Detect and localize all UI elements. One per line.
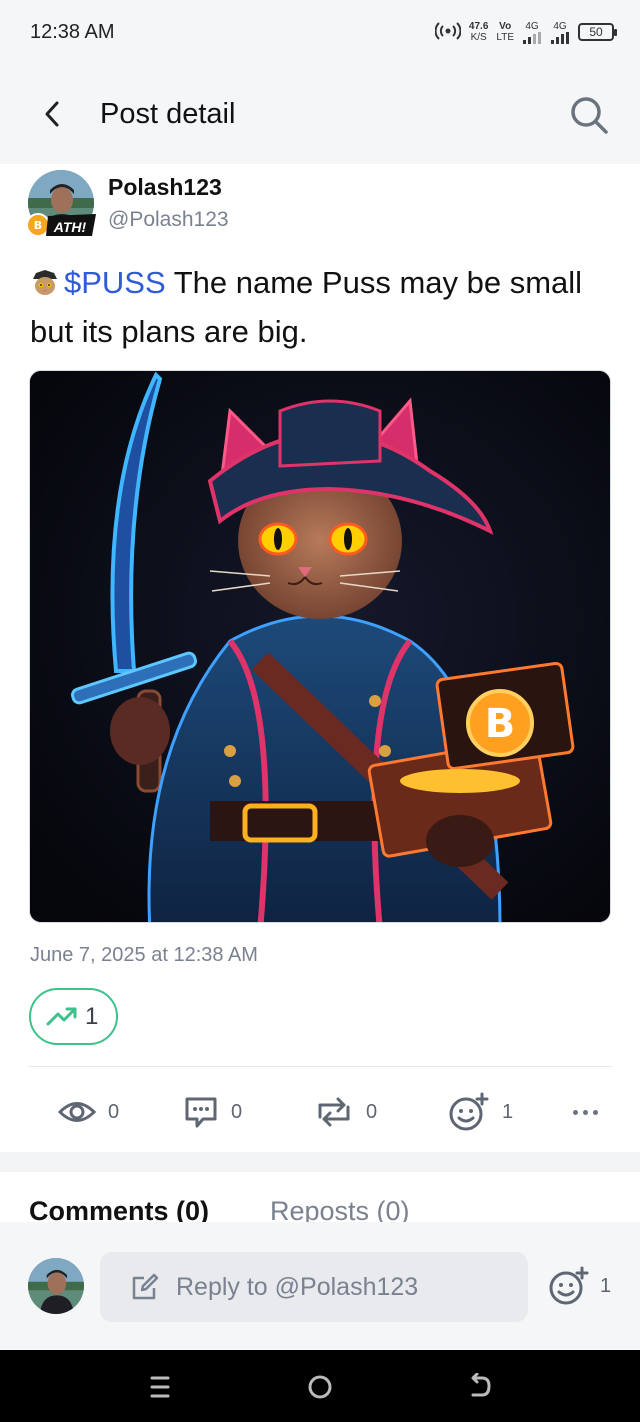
post-image[interactable]: B <box>29 370 611 923</box>
comments-stat[interactable]: 0 <box>183 1090 242 1134</box>
home-circle-icon <box>308 1375 332 1399</box>
reply-bar: Reply to @Polash123 1 <box>0 1222 640 1350</box>
svg-text:B: B <box>485 701 516 747</box>
trending-up-icon <box>46 1007 77 1025</box>
avatar <box>28 1258 84 1314</box>
cat-pirate-icon <box>33 270 57 295</box>
signal-bars-icon <box>551 31 569 44</box>
section-gap <box>0 1152 640 1172</box>
sim2-signal: 4G <box>550 21 570 44</box>
status-icons: 47.6 K/S Vo LTE 4G 4G 50 <box>434 18 617 46</box>
volte-top: Vo <box>499 21 512 32</box>
svg-text:ATH!: ATH! <box>53 219 87 235</box>
avatar-image <box>28 1258 84 1314</box>
dot-icon <box>573 1109 578 1115</box>
sim1-signal: 4G <box>522 21 542 44</box>
tab-reposts[interactable]: Reposts (0) <box>270 1196 410 1222</box>
edit-icon <box>132 1273 159 1300</box>
status-bar: 12:38 AM 47.6 K/S Vo LTE 4G 4G 50 <box>0 0 640 66</box>
comments-tabs: Comments (0) Reposts (0) <box>0 1172 640 1222</box>
back-button[interactable] <box>34 96 70 132</box>
net-speed-unit: K/S <box>470 32 487 43</box>
trend-count: 1 <box>85 1002 99 1030</box>
reply-reaction-count: 1 <box>600 1274 612 1297</box>
reply-input[interactable]: Reply to @Polash123 <box>100 1252 528 1322</box>
signal-bars-icon <box>523 31 541 44</box>
ticker-link[interactable]: $PUSS <box>64 265 166 300</box>
views-count: 0 <box>108 1100 120 1123</box>
dot-icon <box>583 1109 588 1115</box>
hotspot-icon <box>434 21 462 44</box>
post-stats-row: 0 0 0 1 <box>58 1090 618 1134</box>
post-image-art: B <box>30 371 610 922</box>
dot-icon <box>593 1109 598 1115</box>
search-icon <box>571 97 608 134</box>
chevron-left-icon <box>45 101 59 127</box>
battery-indicator: 50 <box>578 23 617 41</box>
volte-bottom: LTE <box>496 32 514 43</box>
trend-button[interactable]: 1 <box>29 988 118 1045</box>
app-header: Post detail <box>0 66 640 164</box>
divider <box>29 1066 612 1067</box>
search-button[interactable] <box>568 94 610 136</box>
page-title: Post detail <box>100 98 236 130</box>
sim1-label: 4G <box>525 20 539 32</box>
volte-indicator: Vo LTE <box>496 21 514 43</box>
home-button[interactable] <box>300 1370 340 1404</box>
add-reaction-icon <box>549 1266 589 1305</box>
reposts-stat[interactable]: 0 <box>314 1090 377 1134</box>
author-name[interactable]: Polash123 <box>108 174 222 201</box>
back-nav-button[interactable] <box>460 1370 500 1404</box>
comment-icon <box>185 1097 217 1128</box>
repost-icon <box>318 1097 350 1127</box>
comments-count: 0 <box>231 1100 243 1123</box>
svg-text:B: B <box>34 219 42 232</box>
reply-reaction-button[interactable]: 1 <box>548 1266 611 1306</box>
reactions-count: 1 <box>502 1100 514 1123</box>
author-avatar-wrap[interactable]: B ATH! <box>26 170 96 237</box>
sim2-label: 4G <box>553 20 567 32</box>
more-options-button[interactable] <box>573 1090 598 1134</box>
status-time: 12:38 AM <box>30 21 115 43</box>
tab-comments[interactable]: Comments (0) <box>29 1196 209 1222</box>
menu-icon <box>150 1376 170 1398</box>
post-body: $PUSS The name Puss may be small but its… <box>30 258 620 356</box>
views-stat[interactable]: 0 <box>58 1090 119 1134</box>
add-reaction-icon <box>449 1092 489 1131</box>
author-handle[interactable]: @Polash123 <box>108 208 229 232</box>
post-timestamp: June 7, 2025 at 12:38 AM <box>30 944 258 966</box>
eye-icon <box>58 1102 96 1122</box>
net-speed: 47.6 K/S <box>469 21 488 43</box>
back-arrow-icon <box>471 1373 491 1397</box>
reactions-stat[interactable]: 1 <box>448 1090 513 1134</box>
ath-badge: B ATH! <box>26 213 96 237</box>
reposts-count: 0 <box>366 1100 378 1123</box>
system-nav-bar <box>0 1350 640 1422</box>
recents-button[interactable] <box>140 1370 180 1404</box>
reply-placeholder: Reply to @Polash123 <box>176 1272 419 1301</box>
net-speed-value: 47.6 <box>468 21 489 32</box>
post-author: B ATH! Polash123 @Polash123 <box>26 170 618 240</box>
